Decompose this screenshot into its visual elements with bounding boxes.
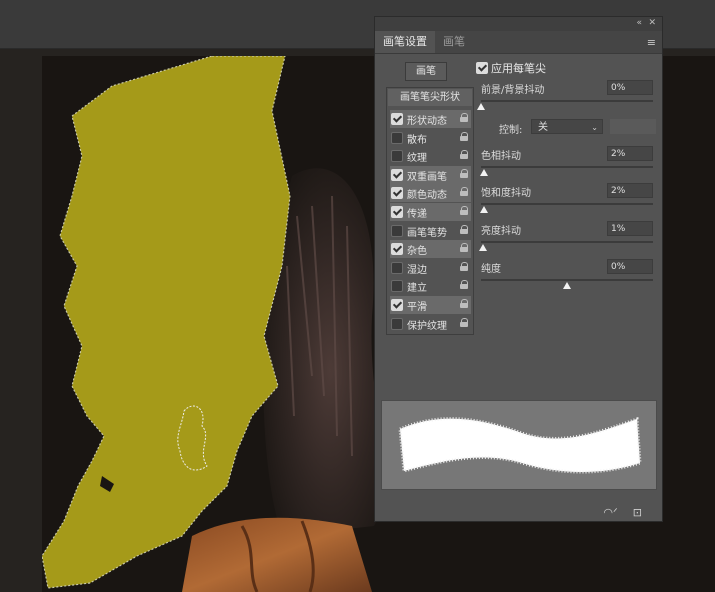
brush-option-item[interactable]: 形状动态 bbox=[390, 110, 471, 128]
brightness-jitter-label: 亮度抖动 bbox=[481, 226, 521, 237]
option-checkbox[interactable] bbox=[391, 206, 403, 218]
brush-settings-panel: « ✕ 画笔设置 画笔 ≡ 画笔 画笔笔尖形状 形状动态散布纹理双重画笔颜色动态… bbox=[374, 16, 663, 522]
saturation-jitter-label: 饱和度抖动 bbox=[481, 188, 531, 199]
new-brush-icon[interactable]: ⊡ bbox=[633, 506, 642, 519]
brush-stroke-preview bbox=[381, 400, 657, 490]
fg-bg-jitter-label: 前景/背景抖动 bbox=[481, 85, 545, 96]
option-checkbox[interactable] bbox=[391, 113, 403, 125]
hue-jitter-label: 色相抖动 bbox=[481, 151, 521, 162]
collapse-icon[interactable]: « bbox=[636, 18, 642, 28]
option-label: 颜色动态 bbox=[407, 190, 447, 202]
toggle-preview-icon[interactable]: ◠ᐟ bbox=[603, 506, 617, 519]
hue-jitter-thumb[interactable] bbox=[480, 169, 489, 176]
lock-icon[interactable] bbox=[460, 280, 468, 290]
lock-icon[interactable] bbox=[460, 168, 468, 178]
lock-icon[interactable] bbox=[460, 113, 468, 122]
option-label: 湿边 bbox=[407, 264, 427, 276]
control-label: 控制: bbox=[499, 125, 523, 136]
apply-per-tip-label: 应用每笔尖 bbox=[491, 62, 546, 75]
tab-brush-settings[interactable]: 画笔设置 bbox=[375, 31, 435, 53]
option-checkbox[interactable] bbox=[391, 187, 403, 200]
lock-icon[interactable] bbox=[460, 187, 468, 197]
option-checkbox[interactable] bbox=[391, 280, 403, 293]
brush-option-item[interactable]: 杂色 bbox=[390, 240, 471, 259]
paint-stroke bbox=[42, 56, 291, 589]
lock-icon[interactable] bbox=[460, 224, 468, 234]
brush-presets-button[interactable]: 画笔 bbox=[405, 62, 447, 81]
panel-titlebar[interactable]: « ✕ bbox=[375, 17, 662, 31]
fg-bg-jitter-thumb[interactable] bbox=[477, 103, 485, 110]
purity-value[interactable]: 0% bbox=[607, 259, 653, 274]
brush-option-item[interactable]: 双重画笔 bbox=[390, 165, 471, 184]
brightness-jitter-thumb[interactable] bbox=[478, 244, 487, 251]
option-checkbox[interactable] bbox=[391, 150, 403, 163]
brush-option-item[interactable]: 建立 bbox=[390, 277, 471, 295]
control-select-value: 关 bbox=[538, 122, 548, 133]
brush-option-item[interactable]: 湿边 bbox=[390, 259, 471, 277]
lock-icon[interactable] bbox=[460, 131, 468, 141]
saturation-jitter-slider[interactable] bbox=[481, 203, 653, 205]
option-label: 纹理 bbox=[407, 153, 427, 165]
option-label: 保护纹理 bbox=[407, 320, 447, 332]
brush-option-item[interactable]: 散布 bbox=[390, 129, 471, 147]
option-label: 散布 bbox=[407, 134, 427, 146]
option-checkbox[interactable] bbox=[391, 224, 403, 237]
panel-menu-icon[interactable]: ≡ bbox=[647, 36, 656, 49]
stroke-preview-shape bbox=[398, 416, 642, 474]
option-checkbox[interactable] bbox=[391, 131, 403, 144]
lock-icon[interactable] bbox=[460, 317, 468, 327]
brush-tip-shape-item[interactable]: 画笔笔尖形状 bbox=[388, 89, 472, 106]
apply-per-tip-checkbox[interactable] bbox=[476, 62, 488, 74]
option-checkbox[interactable] bbox=[391, 261, 403, 274]
control-extra-field bbox=[610, 119, 656, 134]
option-label: 传递 bbox=[407, 209, 427, 220]
option-label: 双重画笔 bbox=[407, 171, 447, 183]
lock-icon[interactable] bbox=[460, 206, 468, 215]
panel-tabs: 画笔设置 画笔 ≡ bbox=[375, 31, 662, 54]
lock-icon[interactable] bbox=[460, 243, 468, 253]
brush-option-item[interactable]: 颜色动态 bbox=[390, 184, 471, 203]
option-checkbox[interactable] bbox=[391, 317, 403, 330]
option-checkbox[interactable] bbox=[391, 243, 403, 256]
option-checkbox[interactable] bbox=[391, 168, 403, 181]
brush-option-item[interactable]: 平滑 bbox=[390, 296, 471, 314]
purity-label: 纯度 bbox=[481, 264, 501, 275]
brush-option-item[interactable]: 纹理 bbox=[390, 147, 471, 165]
close-icon[interactable]: ✕ bbox=[648, 18, 656, 28]
purity-thumb[interactable] bbox=[563, 282, 571, 289]
hue-jitter-value[interactable]: 2% bbox=[607, 146, 653, 161]
panel-footer-icons: ◠ᐟ ⊡ bbox=[593, 501, 642, 520]
brush-option-item[interactable]: 画笔笔势 bbox=[390, 222, 471, 240]
control-select[interactable]: 关 ⌄ bbox=[531, 119, 603, 134]
option-label: 杂色 bbox=[407, 246, 427, 258]
saturation-jitter-value[interactable]: 2% bbox=[607, 183, 653, 198]
brightness-jitter-slider[interactable] bbox=[481, 241, 653, 243]
brush-option-item[interactable]: 保护纹理 bbox=[390, 315, 471, 333]
fg-bg-jitter-slider[interactable] bbox=[481, 100, 653, 102]
fg-bg-jitter-value[interactable]: 0% bbox=[607, 80, 653, 95]
tab-brushes[interactable]: 画笔 bbox=[435, 31, 473, 53]
brightness-jitter-value[interactable]: 1% bbox=[607, 221, 653, 236]
hue-jitter-slider[interactable] bbox=[481, 166, 653, 168]
brush-option-item[interactable]: 传递 bbox=[390, 203, 471, 221]
option-label: 形状动态 bbox=[407, 116, 447, 127]
option-checkbox[interactable] bbox=[391, 299, 403, 311]
option-label: 平滑 bbox=[407, 302, 427, 313]
purity-slider[interactable] bbox=[481, 279, 653, 281]
saturation-jitter-thumb[interactable] bbox=[480, 206, 489, 213]
option-label: 建立 bbox=[407, 283, 427, 295]
lock-icon[interactable] bbox=[460, 150, 468, 160]
option-label: 画笔笔势 bbox=[407, 227, 447, 239]
brush-options-list: 画笔笔尖形状 形状动态散布纹理双重画笔颜色动态传递画笔笔势杂色湿边建立平滑保护纹… bbox=[386, 87, 474, 335]
lock-icon[interactable] bbox=[460, 299, 468, 308]
lock-icon[interactable] bbox=[460, 261, 468, 271]
chevron-down-icon: ⌄ bbox=[591, 123, 598, 132]
